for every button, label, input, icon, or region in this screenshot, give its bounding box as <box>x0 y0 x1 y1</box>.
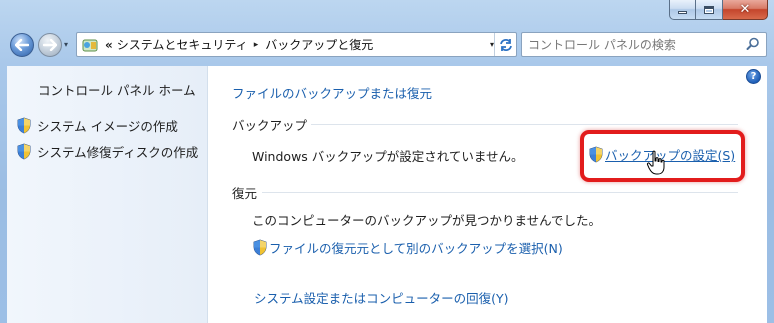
breadcrumb-overflow[interactable]: « <box>105 38 113 52</box>
caption-buttons: ✕ <box>669 0 768 21</box>
main-content: ? ファイルのバックアップまたは復元 バックアップ Windows バックアップ… <box>208 66 767 323</box>
backup-section-title: バックアップ <box>232 118 308 133</box>
sidebar-item-label: システム イメージの作成 <box>37 119 178 134</box>
breadcrumb: システムとセキュリティ ▸ バックアップと復元 <box>117 36 373 53</box>
refresh-button[interactable] <box>494 33 516 56</box>
backup-restore-files-link[interactable]: ファイルのバックアップまたは復元 <box>232 83 432 102</box>
setup-backup-label[interactable]: バックアップの設定(S) <box>605 145 735 164</box>
breadcrumb-separator-icon[interactable]: ▸ <box>254 40 259 50</box>
minimize-button[interactable] <box>669 0 696 20</box>
backup-status-text: Windows バックアップが設定されていません。 <box>252 149 524 164</box>
sidebar-item-control-panel-home[interactable]: コントロール パネル ホーム <box>38 80 196 99</box>
navigation-bar: ▾ « システムとセキュリティ ▸ バックアップと復元 ▾ <box>0 28 774 64</box>
maximize-button[interactable] <box>696 0 723 20</box>
search-input[interactable] <box>528 37 738 52</box>
recover-system-settings-link[interactable]: システム設定またはコンピューターの回復(Y) <box>254 288 509 307</box>
search-icon[interactable] <box>746 37 760 51</box>
restore-status-text: このコンピューターのバックアップが見つかりませんでした。 <box>252 213 602 228</box>
section-divider <box>311 124 738 125</box>
forward-arrow-icon <box>43 39 57 51</box>
help-icon[interactable]: ? <box>746 69 761 84</box>
minimize-icon <box>678 11 687 14</box>
sidebar-item-label: システム修復ディスクの作成 <box>37 145 199 160</box>
uac-shield-icon <box>17 143 31 160</box>
uac-shield-icon <box>17 117 31 134</box>
maximize-icon <box>704 5 714 14</box>
breadcrumb-item-system-security[interactable]: システムとセキュリティ <box>117 36 248 53</box>
sidebar-item-create-repair-disc[interactable]: システム修復ディスクの作成 <box>16 142 198 161</box>
search-box[interactable] <box>521 32 767 57</box>
back-arrow-icon <box>15 39 29 51</box>
address-bar[interactable]: « システムとセキュリティ ▸ バックアップと復元 ▾ <box>76 32 517 57</box>
section-divider <box>262 192 738 193</box>
back-button[interactable] <box>10 33 34 57</box>
select-another-backup-label[interactable]: ファイルの復元元として別のバックアップを選択(N) <box>269 238 563 257</box>
refresh-icon <box>499 38 512 51</box>
hand-cursor-icon <box>646 150 665 175</box>
close-button[interactable]: ✕ <box>723 0 768 20</box>
breadcrumb-item-backup-restore[interactable]: バックアップと復元 <box>265 36 373 53</box>
forward-button[interactable] <box>38 33 62 57</box>
recent-pages-dropdown[interactable]: ▾ <box>64 40 68 49</box>
uac-shield-icon <box>253 239 267 256</box>
select-another-backup-link[interactable]: ファイルの復元元として別のバックアップを選択(N) <box>252 238 563 257</box>
uac-shield-icon <box>589 146 603 163</box>
sidebar-item-create-system-image[interactable]: システム イメージの作成 <box>16 116 178 135</box>
control-panel-icon <box>81 36 99 54</box>
close-icon: ✕ <box>739 2 751 17</box>
window-frame: ✕ ▾ « システムとセキュリティ ▸ バックアップと復元 ▾ コントロール パ… <box>0 0 774 323</box>
restore-section-title: 復元 <box>232 186 258 201</box>
sidebar: コントロール パネル ホーム システム イメージの作成 システム修復ディスクの作… <box>7 66 208 323</box>
